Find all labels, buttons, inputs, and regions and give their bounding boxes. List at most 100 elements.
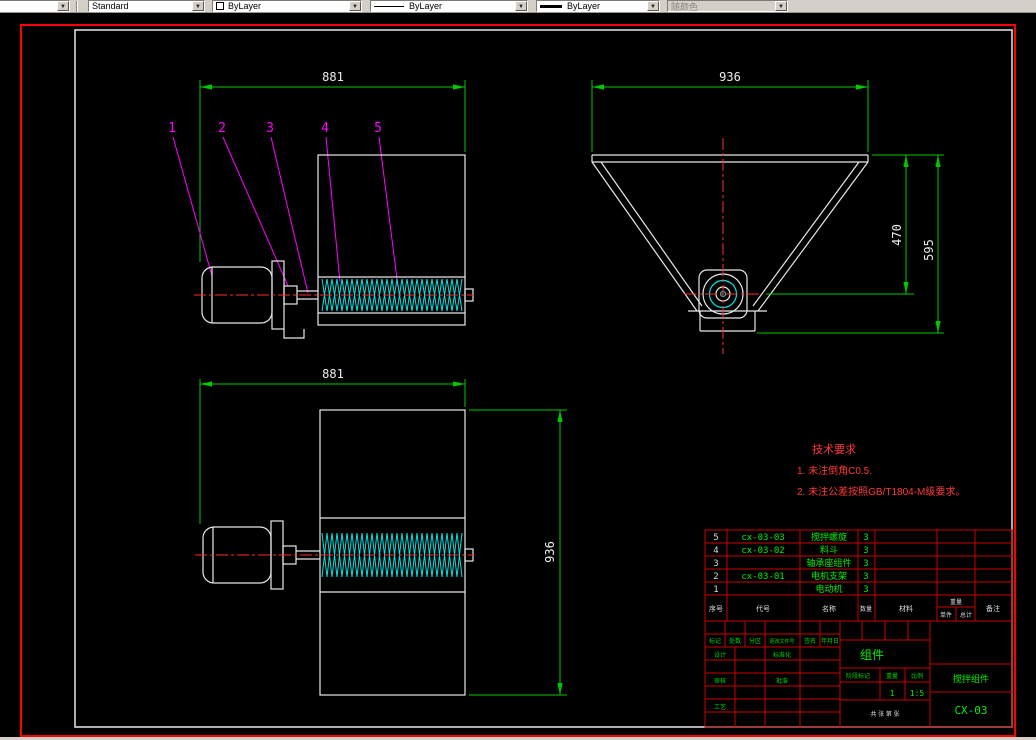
svg-text:代号: 代号: [756, 604, 770, 613]
dim-text-881-top: 881: [322, 367, 344, 381]
svg-text:4: 4: [713, 546, 718, 556]
lineweight-arrow-icon[interactable]: ▼: [647, 1, 659, 11]
dim-text-595: 595: [922, 239, 936, 261]
svg-text:cx-03-03: cx-03-03: [741, 533, 784, 543]
color-combo[interactable]: ByLayer ▼: [212, 0, 362, 12]
svg-text:3: 3: [863, 585, 868, 595]
centerlines-front: [684, 138, 762, 354]
drawing-canvas[interactable]: 881 1 2 3 4 5 936 470 595 881 936 技术要求 1…: [0, 0, 1036, 740]
svg-text:设计: 设计: [714, 651, 726, 659]
svg-text:标准化: 标准化: [773, 651, 791, 659]
dim-text-470: 470: [890, 224, 904, 246]
parts-list-table: 5 cx-03-03 搅拌螺旋 3 4 cx-03-02 料斗 3 3 轴承座组…: [704, 529, 1013, 622]
linetype-value: ByLayer: [409, 1, 443, 11]
quantity-value: 1: [890, 689, 895, 698]
svg-text:处数: 处数: [729, 637, 741, 645]
callout-numbers: 1 2 3 4 5: [168, 121, 399, 294]
parts-list-rows: 5 cx-03-03 搅拌螺旋 3 4 cx-03-02 料斗 3 3 轴承座组…: [713, 531, 868, 595]
parts-row-4: 4 cx-03-02 料斗 3: [713, 544, 868, 556]
layer-combo[interactable]: ▼: [0, 0, 70, 12]
motor-side: [201, 260, 318, 339]
tech-note-2: 2. 未注公差按照GB/T1804-M级要求。: [797, 485, 965, 498]
callout-4: 4: [321, 121, 329, 136]
linetype-arrow-icon[interactable]: ▼: [515, 1, 527, 11]
parts-row-1: 1 电动机 3: [713, 583, 868, 595]
svg-text:cx-03-01: cx-03-01: [741, 572, 784, 582]
svg-text:重量: 重量: [886, 672, 898, 680]
color-arrow-icon[interactable]: ▼: [349, 1, 361, 11]
product-name: 搅拌组件: [953, 673, 989, 684]
svg-text:标记: 标记: [709, 637, 721, 645]
dim-text-881-side: 881: [322, 70, 344, 84]
lineweight-combo[interactable]: ByLayer ▼: [536, 0, 660, 12]
top-view: 881 936: [195, 367, 567, 696]
svg-text:3: 3: [863, 533, 868, 543]
svg-text:1: 1: [713, 585, 718, 595]
toolbar-separator: [76, 1, 78, 12]
svg-text:材料: 材料: [899, 604, 913, 613]
svg-text:名称: 名称: [822, 604, 836, 613]
svg-text:工艺: 工艺: [714, 703, 726, 711]
svg-text:年月日: 年月日: [821, 637, 839, 645]
text-style-combo[interactable]: Standard ▼: [88, 0, 205, 12]
side-view: 881 1 2 3 4 5: [168, 70, 474, 339]
svg-text:电动机: 电动机: [815, 583, 842, 595]
linetype-combo[interactable]: ByLayer ▼: [370, 0, 528, 12]
color-swatch-icon: [216, 2, 224, 10]
layer-combo-arrow-icon[interactable]: ▼: [57, 1, 69, 11]
svg-text:分区: 分区: [749, 637, 761, 645]
svg-text:5: 5: [713, 533, 718, 543]
svg-text:3: 3: [863, 559, 868, 569]
scale-value: 1:5: [910, 689, 925, 698]
sheet-note: 共 张 第 张: [870, 710, 899, 718]
parts-row-2: 2 cx-03-01 电机支架 3: [713, 570, 868, 582]
svg-text:比例: 比例: [911, 672, 923, 680]
svg-text:序号: 序号: [709, 604, 723, 613]
tech-notes-title: 技术要求: [812, 443, 856, 456]
parts-row-5: 5 cx-03-03 搅拌螺旋 3: [713, 531, 868, 543]
tech-note-1: 1. 未注倒角C0.5.: [797, 464, 872, 477]
svg-text:总计: 总计: [960, 611, 972, 619]
svg-text:搅拌螺旋: 搅拌螺旋: [811, 531, 847, 543]
svg-text:重量: 重量: [950, 598, 962, 606]
svg-text:电机支架: 电机支架: [811, 570, 847, 582]
svg-text:3: 3: [713, 559, 718, 569]
callout-5: 5: [374, 121, 382, 136]
svg-text:单件: 单件: [940, 611, 952, 619]
text-style-value: Standard: [92, 1, 129, 11]
callout-1: 1: [168, 121, 176, 136]
front-view: 936 470 595: [591, 70, 944, 354]
lineweight-preview-icon: [540, 4, 562, 8]
parts-row-3: 3 轴承座组件 3: [713, 557, 868, 569]
plot-style-combo: 随颜色 ▼: [667, 0, 788, 12]
svg-text:轴承座组件: 轴承座组件: [806, 557, 851, 569]
dim-text-936-top: 936: [543, 541, 557, 563]
callout-2: 2: [218, 121, 226, 136]
plot-style-value: 随颜色: [671, 1, 699, 12]
svg-text:料斗: 料斗: [820, 544, 838, 556]
callout-3: 3: [266, 121, 274, 136]
svg-text:备注: 备注: [986, 604, 1000, 613]
hopper-outline: [591, 154, 869, 332]
svg-text:3: 3: [863, 546, 868, 556]
svg-text:审核: 审核: [714, 677, 726, 685]
dimension-470-595: [757, 154, 944, 334]
text-style-arrow-icon[interactable]: ▼: [192, 1, 204, 11]
svg-text:3: 3: [863, 572, 868, 582]
assembly-label: 组件: [860, 648, 884, 662]
svg-text:签名: 签名: [804, 637, 816, 645]
drawing-frame: [74, 29, 1013, 728]
dimension-881-side: [199, 80, 466, 262]
linetype-preview-icon: [374, 5, 404, 7]
svg-text:阶段标记: 阶段标记: [846, 672, 870, 680]
svg-text:数量: 数量: [860, 605, 872, 613]
color-value: ByLayer: [228, 1, 262, 11]
plot-style-arrow-icon: ▼: [775, 1, 787, 11]
svg-text:2: 2: [713, 572, 718, 582]
title-block: 标记 处数 分区 更改文件号 签名 年月日 设计 标准化 审核 批准 工艺 阶段…: [704, 620, 1013, 728]
dimension-881-top: [199, 379, 466, 524]
drawing-number: CX-03: [954, 704, 987, 717]
properties-toolbar: ▼ Standard ▼ ByLayer ▼ ByLayer ▼ ByLayer…: [0, 0, 1036, 13]
cad-drawing: 881 1 2 3 4 5 936 470 595 881 936 技术要求 1…: [20, 24, 1016, 737]
svg-text:cx-03-02: cx-03-02: [741, 546, 784, 556]
